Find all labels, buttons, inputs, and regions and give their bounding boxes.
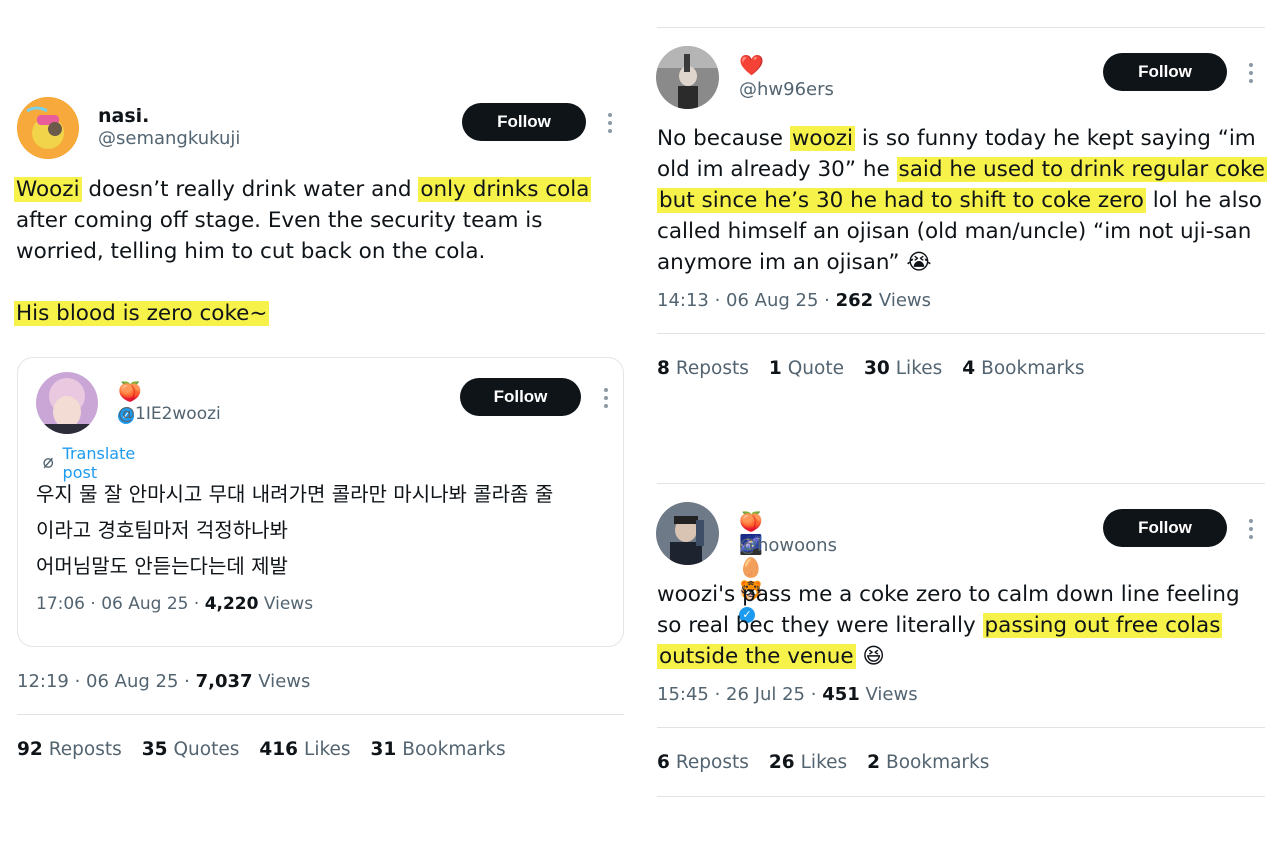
quoted-text: 우지 물 잘 안마시고 무대 내려가면 콜라만 마시나봐 콜라좀 줄 이라고 경… bbox=[36, 482, 554, 578]
highlight: but since he’s 30 he had to shift to cok… bbox=[657, 188, 1146, 213]
quoted-handle[interactable]: @1IE2woozi bbox=[118, 404, 221, 424]
divider bbox=[657, 727, 1265, 728]
quotes-count[interactable]: 35 Quotes bbox=[142, 739, 240, 760]
tweet-text: woozi's pass me a coke zero to calm down… bbox=[657, 582, 1240, 669]
highlight: His blood is zero coke~ bbox=[14, 301, 270, 326]
follow-button[interactable]: Follow bbox=[460, 378, 581, 416]
user-handle[interactable]: @semangkukuji bbox=[98, 128, 240, 149]
avatar[interactable] bbox=[17, 97, 79, 159]
reposts-count[interactable]: 92 Reposts bbox=[17, 739, 122, 760]
avatar[interactable] bbox=[656, 46, 719, 109]
avatar[interactable] bbox=[36, 372, 98, 434]
highlight: Woozi bbox=[14, 177, 82, 202]
bookmarks-count[interactable]: 2 Bookmarks bbox=[867, 752, 989, 773]
highlight: woozi bbox=[789, 126, 855, 151]
likes-count[interactable]: 416 Likes bbox=[259, 739, 350, 760]
translate-icon bbox=[43, 457, 54, 469]
highlight: said he used to drink regular coke bbox=[896, 157, 1267, 182]
engagement-stats: 8 Reposts 1 Quote 30 Likes 4 Bookmarks bbox=[657, 358, 1085, 379]
divider bbox=[17, 714, 624, 715]
reposts-count[interactable]: 8 Reposts bbox=[657, 358, 749, 379]
user-handle[interactable]: @howoons bbox=[739, 535, 837, 556]
divider bbox=[657, 483, 1265, 484]
divider bbox=[657, 796, 1265, 797]
quotes-count[interactable]: 1 Quote bbox=[769, 358, 844, 379]
engagement-stats: 92 Reposts 35 Quotes 416 Likes 31 Bookmarks bbox=[17, 739, 506, 760]
timestamp[interactable]: 15:45 · 26 Jul 25 · 451 Views bbox=[657, 684, 918, 705]
engagement-stats: 6 Reposts 26 Likes 2 Bookmarks bbox=[657, 752, 989, 773]
more-options-icon[interactable] bbox=[607, 113, 613, 133]
more-options-icon[interactable] bbox=[1248, 63, 1254, 83]
highlight: outside the venue bbox=[657, 644, 856, 669]
likes-count[interactable]: 30 Likes bbox=[864, 358, 942, 379]
avatar[interactable] bbox=[656, 502, 719, 565]
user-handle[interactable]: @hw96ers bbox=[739, 79, 834, 100]
display-name[interactable]: nasi. bbox=[98, 105, 149, 127]
follow-button[interactable]: Follow bbox=[1103, 53, 1227, 91]
more-options-icon[interactable] bbox=[603, 388, 609, 408]
quoted-timestamp[interactable]: 17:06 · 06 Aug 25 · 4,220 Views bbox=[36, 594, 313, 614]
timestamp[interactable]: 12:19 · 06 Aug 25 · 7,037 Views bbox=[17, 671, 310, 692]
tweet-text: Woozi doesn’t really drink water and onl… bbox=[14, 177, 592, 326]
follow-button[interactable]: Follow bbox=[1103, 509, 1227, 547]
reposts-count[interactable]: 6 Reposts bbox=[657, 752, 749, 773]
bookmarks-count[interactable]: 4 Bookmarks bbox=[962, 358, 1084, 379]
more-options-icon[interactable] bbox=[1248, 519, 1254, 539]
timestamp[interactable]: 14:13 · 06 Aug 25 · 262 Views bbox=[657, 290, 931, 311]
bookmarks-count[interactable]: 31 Bookmarks bbox=[371, 739, 506, 760]
divider bbox=[657, 333, 1265, 334]
likes-count[interactable]: 26 Likes bbox=[769, 752, 847, 773]
tweet-text: No because woozi is so funny today he ke… bbox=[657, 126, 1267, 275]
display-name-emoji[interactable]: ❤️ bbox=[739, 53, 764, 77]
highlight: passing out free colas bbox=[982, 613, 1223, 638]
follow-button[interactable]: Follow bbox=[462, 103, 586, 141]
highlight: only drinks cola bbox=[418, 177, 592, 202]
divider bbox=[657, 27, 1265, 28]
